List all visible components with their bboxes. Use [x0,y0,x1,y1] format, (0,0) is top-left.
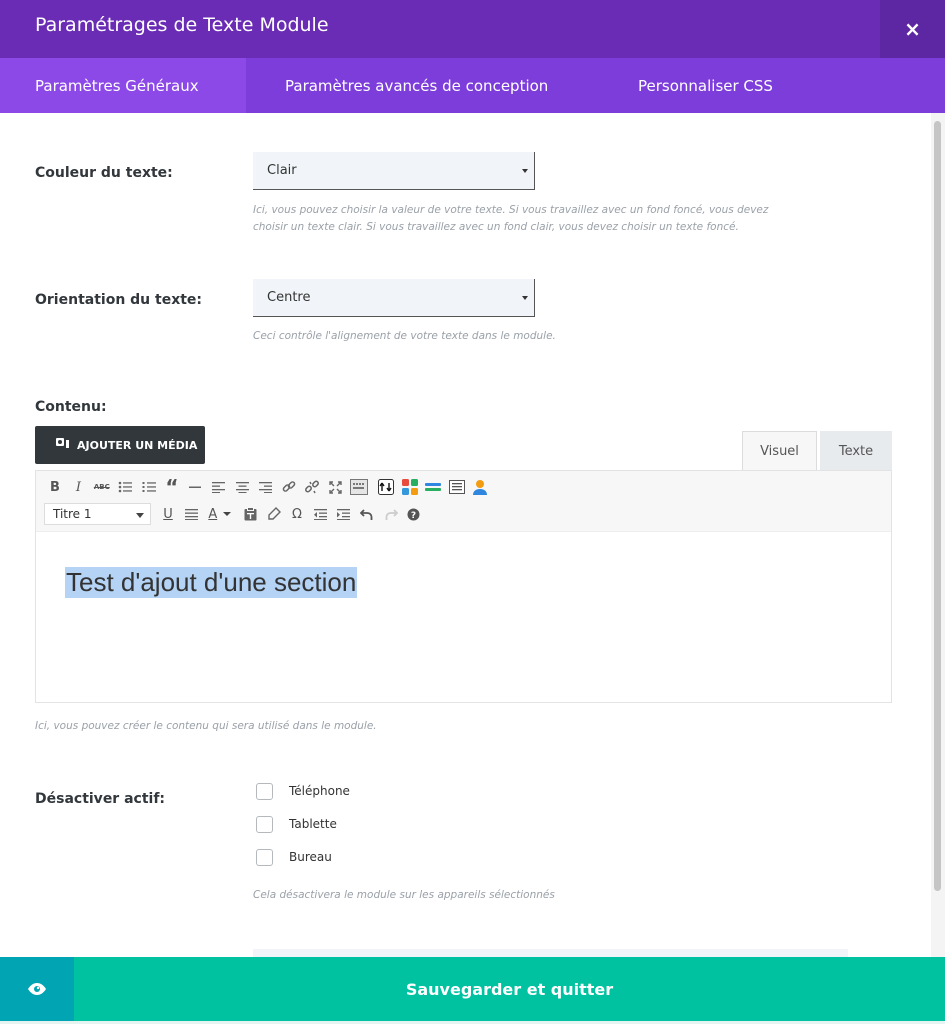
divider-icon[interactable] [422,476,444,498]
modal-header: Paramétrages de Texte Module × [0,0,945,58]
desktop-label: Bureau [289,850,332,864]
align-left-icon[interactable] [208,476,230,498]
chevron-down-icon [522,169,528,173]
scrollbar-thumb[interactable] [934,121,941,891]
underline-icon[interactable]: U [157,503,179,525]
text-color-icon[interactable]: A [204,503,238,525]
redo-icon[interactable] [380,503,402,525]
numbered-list-icon[interactable] [138,476,160,498]
justify-icon[interactable] [180,503,202,525]
indent-icon[interactable] [333,503,355,525]
undo-icon[interactable] [356,503,378,525]
editor-toolbar: B I ABC “ Titre 1 U A Ω ? [36,471,891,532]
fullscreen-icon[interactable] [325,476,347,498]
text-color-select[interactable]: Clair [253,152,535,190]
outdent-icon[interactable] [309,503,331,525]
toolbar-toggle-icon[interactable] [348,476,370,498]
disable-tablet-option[interactable]: Tablette [256,814,337,834]
text-orientation-select[interactable]: Centre [253,279,535,317]
horizontal-rule-icon[interactable] [184,476,206,498]
text-color-letter: A [208,506,218,522]
paste-text-icon[interactable] [239,503,261,525]
tablet-checkbox[interactable] [256,815,273,833]
tab-custom-css[interactable]: Personnaliser CSS [601,58,773,113]
disable-phone-option[interactable]: Téléphone [256,781,350,801]
text-orientation-label: Orientation du texte: [35,292,203,308]
save-and-quit-button[interactable]: Sauvegarder et quitter [74,957,945,1021]
chevron-down-icon [522,296,528,300]
blockquote-icon[interactable]: “ [161,475,183,499]
tab-visual[interactable]: Visuel [742,431,817,471]
media-icon [55,436,71,454]
tab-text[interactable]: Texte [820,431,892,471]
close-button[interactable]: × [880,0,945,58]
bullet-list-icon[interactable] [114,476,136,498]
text-orientation-description: Ceci contrôle l'alignement de votre text… [253,330,556,342]
table-icon[interactable] [446,476,468,498]
settings-tabs: Paramètres Généraux Paramètres avancés d… [0,58,945,113]
text-color-description-line1: Ici, vous pouvez choisir la valeur de vo… [253,204,769,216]
content-description: Ici, vous pouvez créer le contenu qui se… [35,720,377,732]
disable-description: Cela désactivera le module sur les appar… [253,889,555,901]
editor-content-area[interactable]: Test d'ajout d'une section [36,533,891,702]
scrollbar[interactable] [931,113,945,957]
text-color-value: Clair [267,163,297,178]
unlink-icon[interactable] [301,476,323,498]
strikethrough-icon[interactable]: ABC [91,476,113,498]
tab-advanced-design[interactable]: Paramètres avancés de conception [246,58,601,113]
phone-checkbox[interactable] [256,782,273,800]
disable-desktop-option[interactable]: Bureau [256,847,332,867]
special-char-icon[interactable]: Ω [286,503,308,525]
layout-icon[interactable] [399,476,421,498]
desktop-checkbox[interactable] [256,848,273,866]
modal-title: Paramétrages de Texte Module [35,14,329,36]
add-media-label: AJOUTER UN MÉDIA [77,438,198,452]
add-media-button[interactable]: AJOUTER UN MÉDIA [35,426,205,464]
text-color-label: Couleur du texte: [35,165,173,181]
text-color-description: Ici, vous pouvez choisir la valeur de vo… [253,202,813,236]
shortcode-icon[interactable] [375,476,397,498]
settings-content: Couleur du texte: Clair Ici, vous pouvez… [0,113,930,957]
close-icon: × [904,17,921,41]
toolbar-row-1: B I ABC “ [44,475,492,499]
content-label: Contenu: [35,399,107,415]
phone-label: Téléphone [289,784,350,798]
align-right-icon[interactable] [255,476,277,498]
tab-general-settings[interactable]: Paramètres Généraux [0,58,246,113]
modal-footer: Sauvegarder et quitter [0,957,945,1021]
content-editor: B I ABC “ Titre 1 U A Ω ? Test d'ajout d… [35,470,892,703]
bold-icon[interactable]: B [44,476,66,498]
italic-icon[interactable]: I [67,476,89,498]
toolbar-row-2: Titre 1 U A Ω ? [44,502,426,526]
disable-label: Désactiver actif: [35,791,166,807]
tablet-label: Tablette [289,817,337,831]
eye-icon [28,983,46,995]
chevron-down-icon [136,513,144,518]
align-center-icon[interactable] [231,476,253,498]
svg-text:?: ? [411,511,416,521]
format-value: Titre 1 [53,507,92,521]
next-field-partial[interactable] [253,949,848,957]
help-icon[interactable]: ? [403,503,425,525]
text-orientation-value: Centre [267,290,311,305]
format-select[interactable]: Titre 1 [44,503,151,525]
text-color-description-line2: choisir un texte clair. Si vous travaill… [253,221,739,233]
user-icon[interactable] [469,476,491,498]
chevron-down-icon [223,512,232,516]
preview-button[interactable] [0,957,74,1021]
editor-heading-text[interactable]: Test d'ajout d'une section [65,567,358,598]
link-icon[interactable] [278,476,300,498]
clear-format-icon[interactable] [263,503,285,525]
